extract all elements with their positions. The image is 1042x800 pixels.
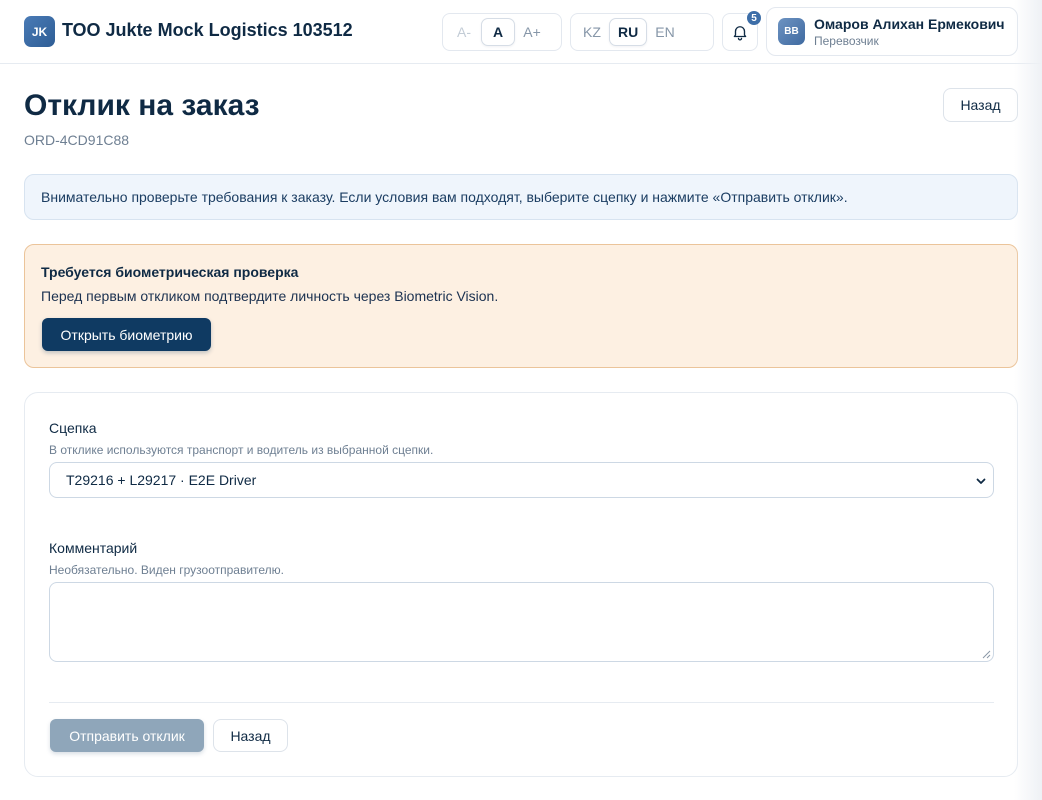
comment-hint: Необязательно. Виден грузоотправителю. [49,563,284,577]
info-banner: Внимательно проверьте требования к заказ… [24,174,1018,220]
resize-grip-icon[interactable] [982,650,991,659]
page-title: Отклик на заказ [24,89,260,122]
biometric-warning: Требуется биометрическая проверка Перед … [24,244,1018,368]
font-size-switcher: A- A A+ [442,13,562,51]
back-button[interactable]: Назад [943,88,1018,122]
company-name: ТОО Jukte Mock Logistics 103512 [62,20,353,40]
order-id: ORD-4CD91C88 [24,132,130,148]
user-role: Перевозчик [814,34,879,48]
company-logo: JK [24,16,55,47]
open-biometric-button[interactable]: Открыть биометрию [42,318,211,351]
response-form: Сцепка В отклике используются транспорт … [24,392,1018,777]
coupling-hint: В отклике используются транспорт и водит… [49,443,434,457]
user-name: Омаров Алихан Ермекович [814,16,1005,32]
coupling-select-value: T29216 + L29217 · E2E Driver [66,472,257,488]
font-size-decrease-button[interactable]: A- [447,18,481,46]
font-size-increase-button[interactable]: A+ [515,18,549,46]
language-ru-button[interactable]: RU [609,18,648,46]
bell-icon [733,26,747,41]
coupling-select[interactable]: T29216 + L29217 · E2E Driver [49,462,994,498]
biometric-warning-title: Требуется биометрическая проверка [41,264,299,280]
right-edge-fade [1014,0,1042,800]
language-en-button[interactable]: EN [647,18,682,46]
coupling-label: Сцепка [49,420,97,436]
info-banner-text: Внимательно проверьте требования к заказ… [41,189,848,205]
comment-textarea[interactable] [49,582,994,662]
avatar: BB [778,18,805,45]
form-divider [49,702,994,703]
language-switcher: KZ RU EN [570,13,714,51]
notifications-count-badge: 5 [747,11,761,25]
biometric-warning-text: Перед первым откликом подтвердите личнос… [41,288,499,304]
user-profile-button[interactable]: BB Омаров Алихан Ермекович Перевозчик [766,7,1018,56]
comment-label: Комментарий [49,540,138,556]
app-header: JK ТОО Jukte Mock Logistics 103512 A- A … [0,0,1042,64]
form-back-button[interactable]: Назад [213,719,288,752]
font-size-default-button[interactable]: A [481,18,515,46]
language-kz-button[interactable]: KZ [575,18,609,46]
submit-response-button[interactable]: Отправить отклик [50,719,204,752]
chevron-down-icon [976,478,986,484]
